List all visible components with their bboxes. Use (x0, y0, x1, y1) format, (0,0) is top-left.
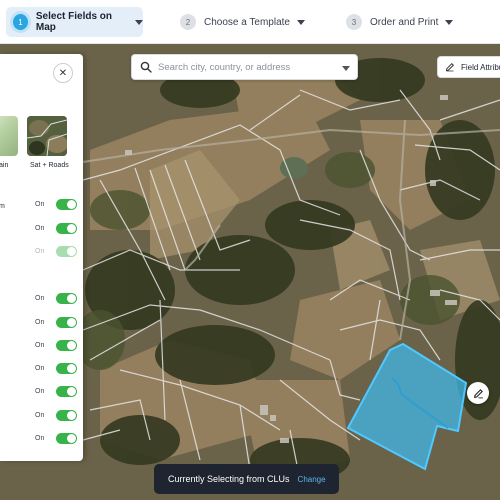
toggle-state-label: On (35, 388, 45, 395)
layer-toggle-row[interactable]: On (35, 317, 77, 328)
step-number: 1 (13, 14, 28, 30)
layer-toggle-row[interactable]: On (35, 410, 77, 421)
step-label: Choose a Template (204, 16, 290, 28)
field-attributes-button[interactable]: Field Attribu (437, 56, 500, 78)
step-number: 3 (346, 14, 362, 30)
search-input[interactable] (158, 61, 336, 73)
search-icon (140, 61, 152, 73)
layer-toggle-row: On (35, 246, 77, 257)
toggle-state-label: On (35, 319, 45, 326)
pencil-icon (473, 388, 483, 398)
basemap-sat-roads-thumbnail[interactable] (27, 116, 67, 156)
layer-toggle-row[interactable]: On (35, 363, 77, 374)
layer-toggle[interactable] (56, 363, 77, 374)
satellite-preview (27, 116, 67, 156)
toggle-state-label: On (35, 248, 45, 255)
layer-toggle-row[interactable]: On (35, 199, 77, 210)
toggle-state-label: On (35, 295, 45, 302)
layer-toggle[interactable] (56, 293, 77, 304)
layer-toggle-disabled (56, 246, 77, 257)
edit-field-button[interactable] (467, 382, 489, 404)
step-order-print[interactable]: 3 Order and Print (346, 7, 454, 37)
selection-mode-bar: Currently Selecting from CLUs Change (154, 464, 339, 494)
layer-toggle-row[interactable]: On (35, 386, 77, 397)
location-search[interactable] (131, 54, 358, 80)
toggle-state-label: On (35, 412, 45, 419)
layer-toggle[interactable] (56, 223, 77, 234)
layer-toggle-row[interactable]: On (35, 340, 77, 351)
layer-toggle[interactable] (56, 433, 77, 444)
change-selection-mode-link[interactable]: Change (298, 475, 326, 484)
chevron-down-icon (135, 19, 143, 25)
layers-panel: ✕ ain Sat + Roads m On On On On On On On… (0, 54, 83, 461)
step-choose-template[interactable]: 2 Choose a Template (180, 7, 305, 37)
field-attributes-label: Field Attribu (461, 62, 500, 72)
close-panel-button[interactable]: ✕ (53, 63, 73, 83)
basemap-sat-roads-label: Sat + Roads (30, 162, 69, 169)
selection-mode-message: Currently Selecting from CLUs (168, 474, 290, 484)
layer-toggle[interactable] (56, 317, 77, 328)
chevron-down-icon (296, 19, 305, 25)
layer-toggle-row[interactable]: On (35, 433, 77, 444)
toggle-state-label: On (35, 435, 45, 442)
basemap-terrain-label: ain (0, 162, 9, 169)
layer-toggle-row[interactable]: On (35, 223, 77, 234)
step-select-fields[interactable]: 1 Select Fields on Map (6, 7, 143, 37)
step-number: 2 (180, 14, 196, 30)
layer-toggle[interactable] (56, 410, 77, 421)
chevron-down-icon[interactable] (342, 66, 350, 71)
chevron-down-icon (445, 19, 454, 25)
toggle-state-label: On (35, 365, 45, 372)
basemap-terrain-thumbnail[interactable] (0, 116, 18, 156)
layer-toggle[interactable] (56, 386, 77, 397)
toggle-state-label: On (35, 201, 45, 208)
layer-toggle[interactable] (56, 199, 77, 210)
layer-toggle[interactable] (56, 340, 77, 351)
layer-toggle-row[interactable]: On (35, 293, 77, 304)
pencil-icon (445, 62, 455, 72)
close-icon: ✕ (58, 67, 68, 79)
layer-section-label: m (0, 203, 5, 210)
toggle-state-label: On (35, 225, 45, 232)
toggle-state-label: On (35, 342, 45, 349)
step-label: Select Fields on Map (35, 11, 113, 33)
step-label: Order and Print (370, 16, 439, 28)
step-bar: 1 Select Fields on Map 2 Choose a Templa… (0, 0, 500, 44)
